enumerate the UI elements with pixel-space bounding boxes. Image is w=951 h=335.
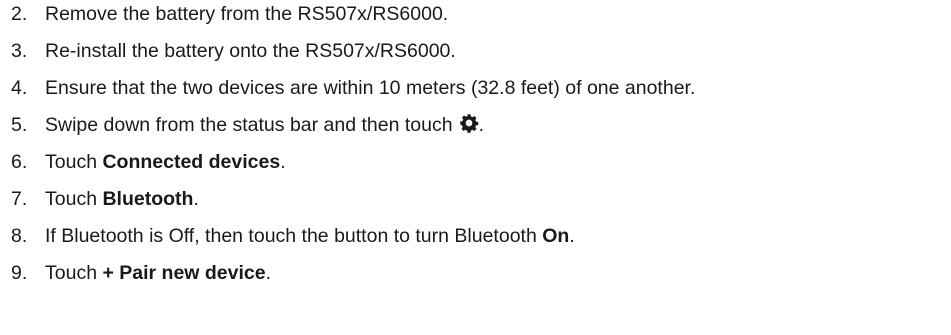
step-text: Touch + Pair new device. <box>45 255 271 292</box>
step-text-before: Swipe down from the status bar and then … <box>45 114 453 136</box>
step-text-before: If Bluetooth is Off, then touch the butt… <box>45 225 543 247</box>
step-number: 4. <box>11 77 28 99</box>
step-item: 9. Touch + Pair new device. <box>0 255 951 292</box>
step-item: 2. Remove the battery from the RS507x/RS… <box>0 0 951 33</box>
step-text: Touch Bluetooth. <box>45 181 199 218</box>
step-text-after: . <box>193 188 199 210</box>
step-number: 9. <box>11 262 28 284</box>
step-item: 8. If Bluetooth is Off, then touch the b… <box>0 218 951 255</box>
step-text-after: . <box>265 262 272 284</box>
step-item: 5. Swipe down from the status bar and th… <box>0 107 951 144</box>
gear-icon <box>459 113 479 133</box>
step-number: 3. <box>11 40 28 62</box>
step-emphasis: + Pair new device <box>102 262 266 284</box>
step-item: 3. Re-install the battery onto the RS507… <box>0 33 951 70</box>
step-text: Remove the battery from the RS507x/RS600… <box>45 3 449 25</box>
step-emphasis: Connected devices <box>102 151 281 173</box>
step-item: 4. Ensure that the two devices are withi… <box>0 70 951 107</box>
step-text: If Bluetooth is Off, then touch the butt… <box>45 218 575 255</box>
step-number: 7. <box>11 188 28 210</box>
step-text: Touch Connected devices. <box>45 144 286 181</box>
step-number: 2. <box>11 3 28 25</box>
step-number: 5. <box>11 114 28 136</box>
step-emphasis: On <box>542 225 570 247</box>
step-item: 7. Touch Bluetooth. <box>0 181 951 218</box>
step-text-before: Touch <box>45 188 103 210</box>
step-text: Ensure that the two devices are within 1… <box>45 77 696 99</box>
step-number: 6. <box>11 151 28 173</box>
step-emphasis: Bluetooth <box>102 188 194 210</box>
instruction-steps: 2. Remove the battery from the RS507x/RS… <box>0 0 951 292</box>
step-text-before: Touch <box>45 262 103 284</box>
step-item: 6. Touch Connected devices. <box>0 144 951 181</box>
step-text-before: Touch <box>45 151 103 173</box>
step-text-after: . <box>569 225 575 247</box>
step-text: Swipe down from the status bar and then … <box>45 107 484 144</box>
step-text-after: . <box>478 114 484 136</box>
step-text: Re-install the battery onto the RS507x/R… <box>45 40 456 62</box>
step-text-after: . <box>280 151 286 173</box>
step-number: 8. <box>11 225 28 247</box>
